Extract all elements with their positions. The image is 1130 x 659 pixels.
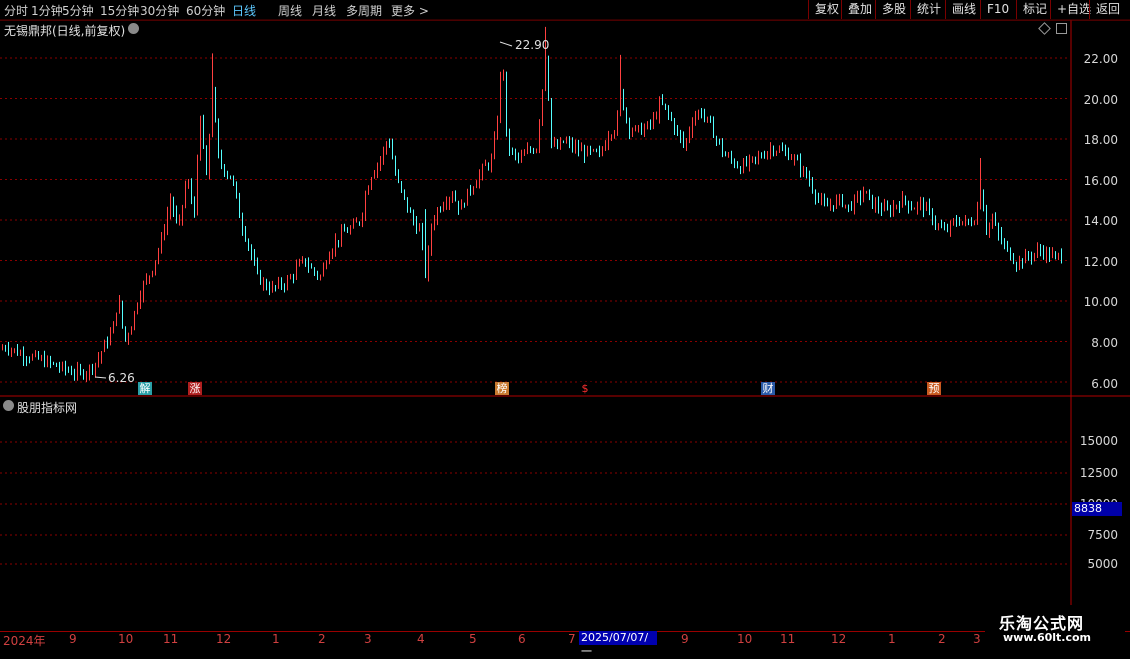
time-label: 11 [780, 632, 796, 646]
indicator-label: 15000 [1079, 434, 1118, 448]
panel-frame [0, 19, 1130, 630]
indicator-label: 5000 [1087, 557, 1118, 571]
time-label: 12 [831, 632, 847, 646]
period-more[interactable]: 更多 > [391, 2, 429, 19]
price-label: 10.00 [1083, 295, 1118, 309]
period-daily[interactable]: 日线 [232, 2, 256, 19]
period-multi[interactable]: 多周期 [346, 2, 382, 19]
price-label: 12.00 [1083, 255, 1118, 269]
kline-chart[interactable] [0, 0, 1130, 650]
time-label: 10 [737, 632, 753, 646]
overlay-button[interactable]: 叠加 [841, 0, 875, 19]
event-tag-limit-up[interactable]: 涨 [188, 382, 202, 395]
price-label: 16.00 [1083, 174, 1118, 188]
stock-title: 无锡鼎邦(日线,前复权) [4, 24, 126, 38]
mark-button[interactable]: 标记 [1016, 0, 1050, 19]
restore-rights-button[interactable]: 复权 [808, 0, 841, 19]
period-intraday[interactable]: 分时 [4, 2, 28, 19]
period-15min[interactable]: 15分钟 [100, 2, 139, 19]
low-price-annotation: 6.26 [108, 371, 135, 385]
time-label: 12 [216, 632, 232, 646]
window-icon[interactable] [1056, 23, 1067, 34]
time-label: 4 [417, 632, 425, 646]
event-tag-ranking[interactable]: 榜 [495, 382, 509, 395]
f10-button[interactable]: F10 [980, 0, 1016, 19]
current-value-badge: 8838 [1072, 502, 1122, 516]
period-monthly[interactable]: 月线 [312, 2, 336, 19]
multi-stock-button[interactable]: 多股 [875, 0, 910, 19]
time-label: 9 [681, 632, 689, 646]
time-label: 1 [888, 632, 896, 646]
watermark-url: www.60lt.com [1003, 631, 1092, 644]
period-5min[interactable]: 5分钟 [62, 2, 94, 19]
time-label: 10 [118, 632, 134, 646]
period-weekly[interactable]: 周线 [278, 2, 302, 19]
event-tag-finance[interactable]: 财 [761, 382, 775, 395]
time-label: 3 [973, 632, 981, 646]
chevron-down-icon[interactable] [128, 23, 139, 34]
toolbar: 分时 1分钟 5分钟 15分钟 30分钟 60分钟 日线 周线 月线 多周期 更… [0, 0, 1130, 21]
indicator-title: 股朋指标网 [17, 401, 78, 415]
selected-date[interactable]: 2025/07/07/一 [579, 631, 657, 658]
event-tag-forecast[interactable]: 预 [927, 382, 941, 395]
statistics-button[interactable]: 统计 [910, 0, 945, 19]
time-label: 3 [364, 632, 372, 646]
chevron-down-icon[interactable] [3, 400, 14, 411]
price-label: 18.00 [1083, 133, 1118, 147]
price-label: 14.00 [1083, 214, 1118, 228]
period-60min[interactable]: 60分钟 [186, 2, 225, 19]
time-label: 6 [518, 632, 526, 646]
price-label: 8.00 [1091, 336, 1118, 350]
draw-line-button[interactable]: 画线 [945, 0, 980, 19]
time-label: 9 [69, 632, 77, 646]
time-label: 11 [163, 632, 179, 646]
period-30min[interactable]: 30分钟 [140, 2, 179, 19]
price-label: 22.00 [1083, 52, 1118, 66]
candlesticks [2, 26, 1062, 383]
period-1min[interactable]: 1分钟 [31, 2, 63, 19]
time-label: 2 [318, 632, 326, 646]
time-label: 1 [272, 632, 280, 646]
back-button[interactable]: 返回 [1089, 0, 1130, 19]
event-tag-unlock[interactable]: 解 [138, 382, 152, 395]
add-watchlist-button[interactable]: +自选 [1050, 0, 1091, 19]
high-price-annotation: 22.90 [515, 38, 550, 52]
time-label: 2 [938, 632, 946, 646]
indicator-label: 7500 [1087, 528, 1118, 542]
indicator-label: 12500 [1079, 466, 1118, 480]
price-label: 6.00 [1091, 377, 1118, 391]
time-label: 7 [568, 632, 576, 646]
grid-lines [0, 57, 1070, 565]
diamond-icon[interactable] [1038, 22, 1051, 35]
event-tag-dollar[interactable]: $ [578, 382, 592, 395]
time-label: 2024年 [3, 634, 46, 648]
time-label: 5 [469, 632, 477, 646]
price-label: 20.00 [1083, 93, 1118, 107]
